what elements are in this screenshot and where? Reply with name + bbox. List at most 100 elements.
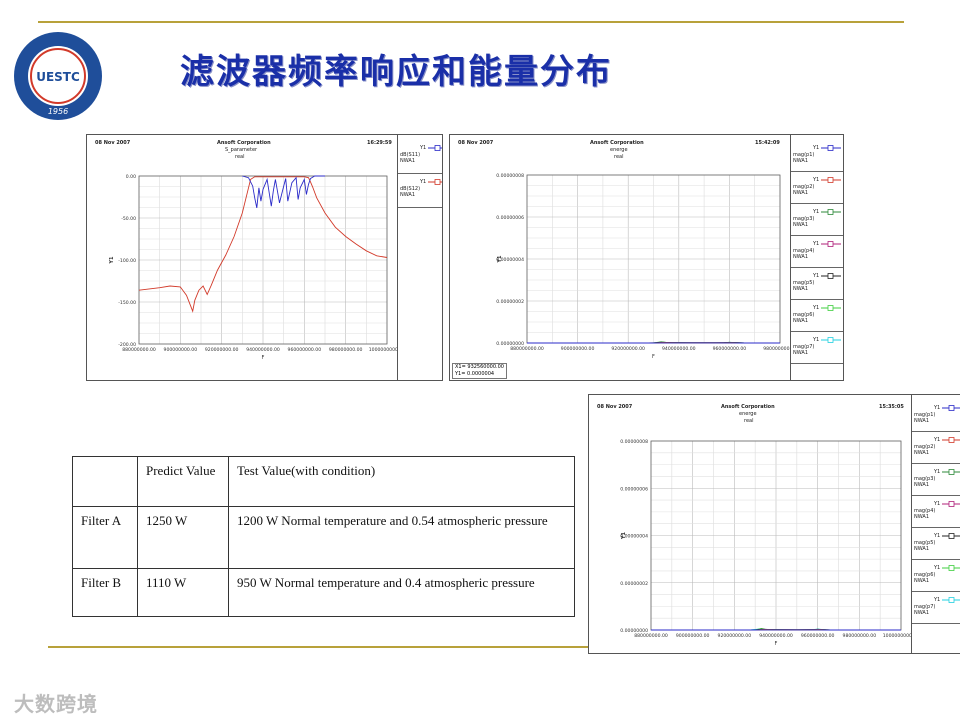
legend-swatch [821,209,841,215]
x-axis-label: F [775,641,778,647]
legend-marker-square [948,469,955,475]
legend-axis: Y1 [934,501,941,507]
slide-title: 滤波器频率响应和能量分布 [180,52,612,92]
x-tick-label: 900000000.00 [164,347,198,353]
s-parameter-plot: 880000000.00 900000000.00 920000000.00 9400… [109,174,397,361]
legend-axis: Y1 [934,405,941,411]
legend-axis: Y1 [813,209,820,215]
legend-separator [791,171,843,172]
power-comparison-table: Predict Value Test Value(with condition)… [72,456,575,617]
legend-separator [791,331,843,332]
energy-plot-1: 880000000.00 900000000.00 920000000.00 9400… [496,173,790,360]
legend-marker-diamond [948,405,955,411]
x-tick-label: 960000000.00 [288,347,322,353]
legend-swatch [942,501,960,507]
table-header-row: Predict Value Test Value(with condition) [72,456,575,507]
x-tick-label: 940000000.00 [662,346,696,352]
legend-axis: Y1 [813,305,820,311]
x-tick-label: 980000000.00 [329,347,363,353]
header-cell-predict: Predict Value [137,456,229,507]
legend-sub: NWA1 [914,546,930,552]
energy-chart-2: 08 Nov 2007 Ansoft Corporation energe re… [588,394,960,654]
y-tick-label: -50.00 [121,216,136,222]
y-tick-label: 0.00000002 [620,581,648,587]
legend-axis: Y1 [934,437,941,443]
legend-marker-diamond [827,337,834,343]
legend-separator [912,559,960,560]
legend-axis: Y1 [813,337,820,343]
s-parameter-chart: 08 Nov 2007 Ansoft Corporation S_paramet… [86,134,443,381]
header-cell-blank [72,456,138,507]
table-row: Filter B 1110 W 950 W Normal temperature… [72,568,575,617]
x-tick-label: 980000000.00 [763,346,790,352]
legend-sub: NWA1 [793,350,809,356]
y-tick-label: -200.00 [118,342,136,348]
legend-sub: NWA1 [914,418,930,424]
logo-year: 1956 [48,107,68,116]
y-tick-label: 0.00000008 [496,173,524,179]
energy-chart-1: 08 Nov 2007 Ansoft Corporation energe re… [449,134,844,381]
legend-swatch [821,337,841,343]
legend-sub: NWA1 [793,286,809,292]
row-test: 1200 W Normal temperature and 0.54 atmos… [228,506,575,569]
legend-separator [398,173,442,174]
row-name: Filter A [72,506,138,569]
table-row: Filter A 1250 W 1200 W Normal temperatur… [72,506,575,569]
logo-text: UESTC [36,70,80,84]
legend-separator [791,203,843,204]
marker-x: X1= 932560000.00 [455,364,504,370]
legend-axis: Y1 [420,145,427,151]
legend-axis: Y1 [813,273,820,279]
legend-axis: Y1 [934,533,941,539]
energy-plot-2: 880000000.00 900000000.00 920000000.00 9400… [620,439,911,647]
header-cell-test: Test Value(with condition) [228,456,575,507]
legend-marker-plus [948,437,955,443]
legend-sub: NWA1 [914,514,930,520]
top-rule [38,21,904,23]
legend-marker-plus [434,179,441,185]
y-tick-label: 0.00000008 [620,439,648,445]
legend-separator [912,591,960,592]
legend-swatch [428,179,442,185]
y-tick-label: -150.00 [118,300,136,306]
y-tick-label: 0.00000000 [620,628,648,634]
row-test: 950 W Normal temperature and 0.4 atmosph… [228,568,575,617]
legend-marker-circle [948,565,955,571]
x-tick-label: 980000000.00 [843,633,877,639]
legend-separator [791,363,843,364]
legend-sub: NWA1 [793,318,809,324]
marker-readout: X1= 932560000.00 Y1= 0.0000004 [452,363,507,379]
legend-marker-plus [827,177,834,183]
bottom-rule [48,646,588,648]
x-tick-label: 1000000000.00 [883,633,911,639]
y-tick-label: 0.00000006 [620,486,648,492]
legend-marker-star [948,501,955,507]
x-tick-label: 920000000.00 [611,346,645,352]
row-predict: 1250 W [137,506,229,569]
x-tick-label: 900000000.00 [561,346,595,352]
legend-axis: Y1 [934,565,941,571]
legend-separator [398,207,442,208]
x-tick-label: 920000000.00 [718,633,752,639]
x-tick-label: 940000000.00 [246,347,280,353]
energy-legend-2: Y1 mag(p1) NWA1 Y1 mag(p2) NWA1 Y1 mag(p3) NWA1 Y… [911,395,960,653]
legend-axis: Y1 [420,179,427,185]
legend-marker-square [827,209,834,215]
legend-sub: NWA1 [793,158,809,164]
y-axis-label: Y1 [109,256,115,265]
legend-axis: Y1 [934,597,941,603]
legend-separator [912,463,960,464]
x-tick-label: 920000000.00 [205,347,239,353]
y-tick-label: -100.00 [118,258,136,264]
x-tick-label: 960000000.00 [713,346,747,352]
legend-marker-triangle [827,273,834,279]
legend-swatch [942,565,960,571]
legend-swatch [942,437,960,443]
legend-swatch [942,405,960,411]
legend-sub: NWA1 [914,578,930,584]
x-tick-label: 960000000.00 [801,633,835,639]
y-tick-label: 0.00000006 [496,215,524,221]
legend-sub: NWA1 [793,222,809,228]
university-logo: UESTC 1956 [14,32,102,120]
y-tick-label: 0.00 [126,174,136,180]
